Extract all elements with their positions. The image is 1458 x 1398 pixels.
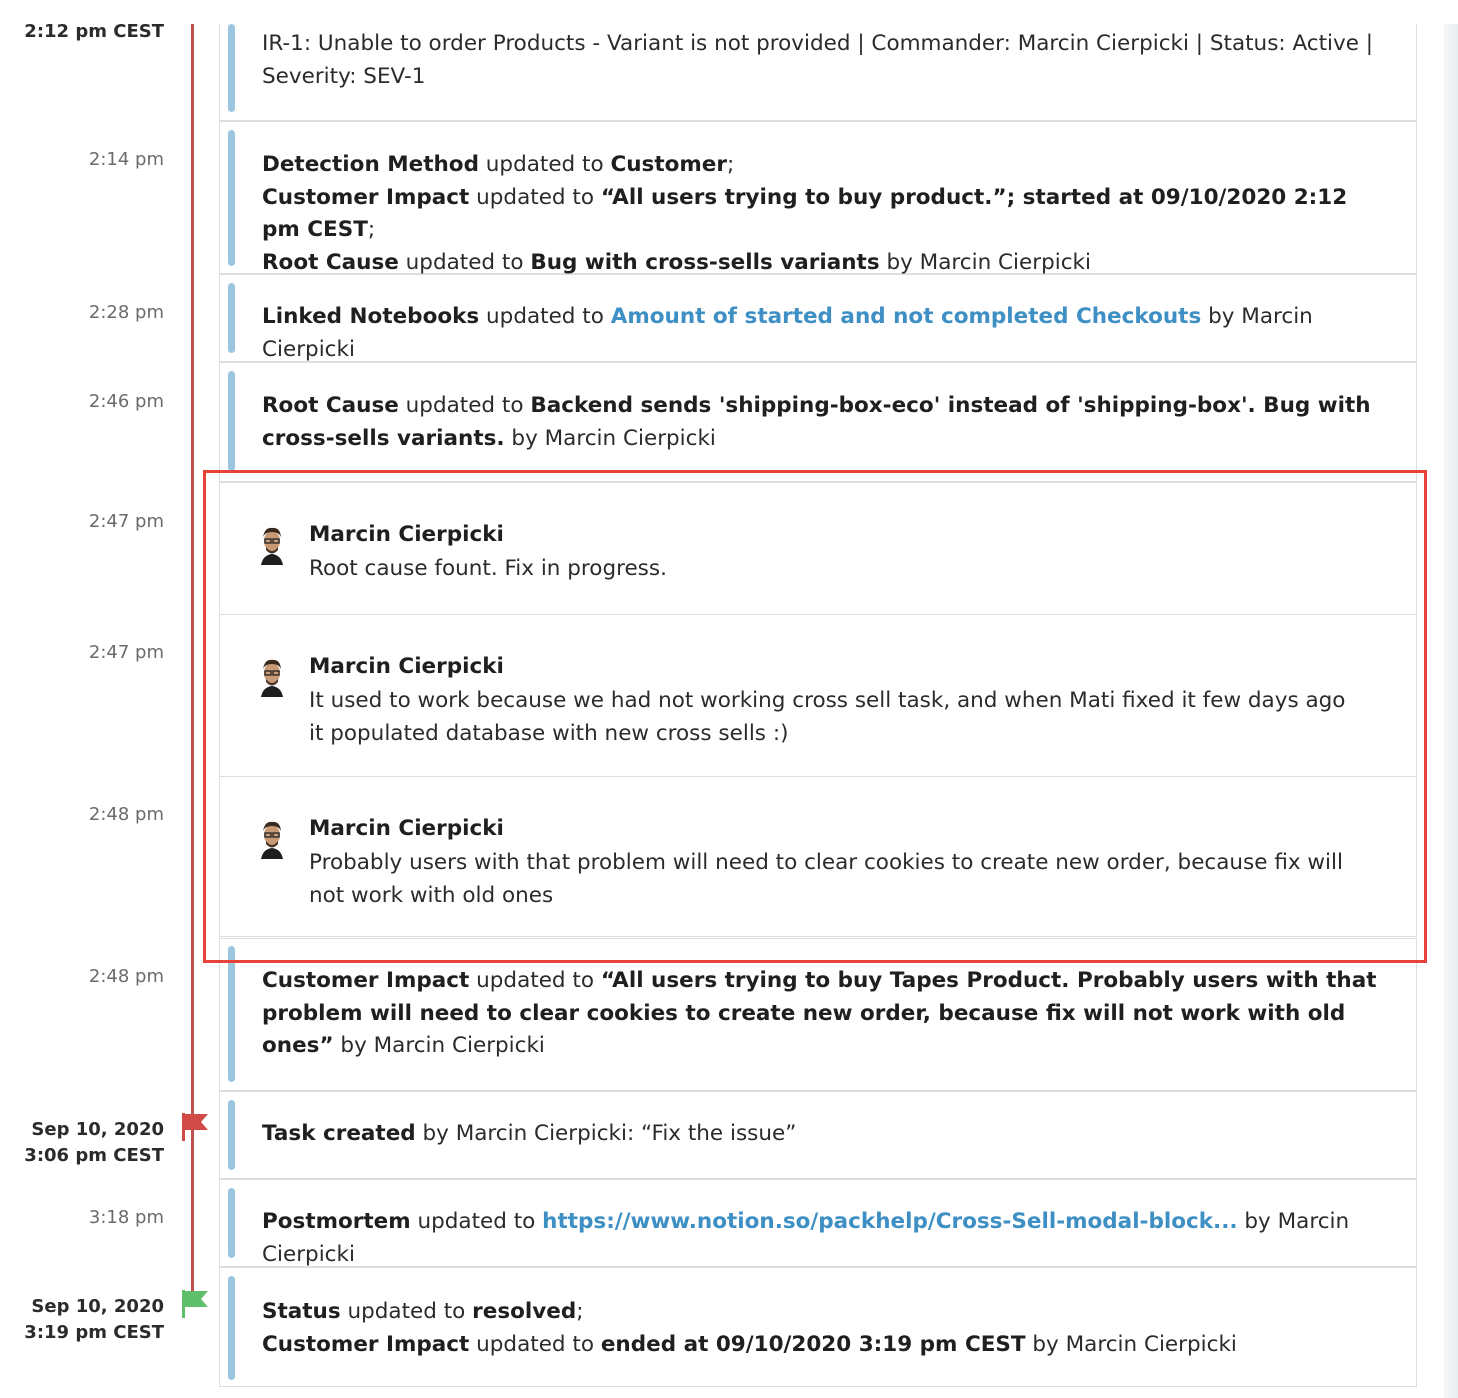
event-text: ; <box>727 152 735 177</box>
event-bar <box>228 1276 235 1380</box>
event-field: Detection Method <box>262 152 479 177</box>
timestamp-line: 2:28 pm <box>88 302 164 323</box>
event-timestamp: 2:48 pm <box>89 802 164 828</box>
event-description: Root Cause updated to Backend sends 'shi… <box>262 390 1386 455</box>
event-timestamp: 2:46 pm <box>89 389 164 415</box>
comments-frame <box>219 481 1417 937</box>
event-field: resolved <box>472 1299 577 1324</box>
event-text: ; <box>576 1299 584 1324</box>
timestamp-line: 2:47 pm <box>88 511 164 532</box>
timeline-event: Status updated to resolved; Customer Impa… <box>219 1267 1417 1387</box>
event-text: updated to <box>398 249 531 275</box>
event-text: by Marcin Cierpicki: “Fix the issue” <box>415 1121 797 1146</box>
event-timestamp: 2:28 pm <box>89 300 164 326</box>
timestamp-line: 2:48 pm <box>88 966 164 987</box>
event-description: Postmortem updated to https://www.notion… <box>262 1206 1386 1271</box>
timestamp-line: 2:46 pm <box>88 391 164 412</box>
event-timestamp: Sep 10, 2020 3:19 pm CEST <box>24 1294 164 1346</box>
event-description: Detection Method updated to Customer; Cus… <box>262 149 1386 279</box>
event-field: ended at 09/10/2020 3:19 pm CEST <box>600 1331 1026 1357</box>
event-timestamp: 2:47 pm <box>89 509 164 535</box>
start-flag-icon <box>180 1113 210 1141</box>
timestamp-line: Sep 10, 2020 <box>31 1119 164 1140</box>
event-field: Customer Impact <box>262 968 470 993</box>
event-timestamp: 2:14 pm <box>89 147 164 173</box>
event-text: updated to <box>398 393 531 418</box>
event-field: Postmortem <box>262 1209 411 1234</box>
event-timestamp: 3:18 pm <box>89 1205 164 1231</box>
event-text: updated to <box>469 184 601 210</box>
event-link[interactable]: Amount of started and not completed Chec… <box>611 304 1202 329</box>
event-field: Status <box>262 1299 341 1324</box>
event-bar <box>228 1100 235 1170</box>
timeline-event: Postmortem updated to https://www.notion… <box>219 1179 1417 1267</box>
timeline-event: Detection Method updated to Customer; Cus… <box>219 121 1417 275</box>
event-timestamp: Sep 10, 2020 3:06 pm CEST <box>24 1117 164 1169</box>
timestamp-line: 3:18 pm <box>88 1207 164 1228</box>
event-bar <box>228 283 235 353</box>
scrollbar-track[interactable] <box>1444 24 1458 1398</box>
event-text: by Marcin Cierpicki <box>504 425 716 451</box>
event-field: Customer <box>610 152 727 177</box>
event-description: Customer Impact updated to “All users tr… <box>262 965 1386 1063</box>
event-text: IR-1: Unable to order Products - Variant… <box>262 31 1374 89</box>
event-description: Task created by Marcin Cierpicki: “Fix t… <box>262 1118 1386 1151</box>
event-field: Customer Impact <box>262 184 470 210</box>
event-text: by Marcin Cierpicki <box>879 249 1091 275</box>
timestamp-line: 2:47 pm <box>88 642 164 663</box>
event-timestamp: 2:47 pm <box>89 640 164 666</box>
timeline-event: Task created by Marcin Cierpicki: “Fix t… <box>219 1091 1417 1179</box>
event-text: updated to <box>469 1331 601 1357</box>
timestamp-line: Sep 10, 2020 <box>31 1296 164 1317</box>
timeline-event: Root Cause updated to Backend sends 'shi… <box>219 362 1417 482</box>
event-bar <box>228 24 235 112</box>
event-text: updated to <box>340 1299 473 1324</box>
event-field: Root Cause <box>262 393 399 418</box>
event-field: Task created <box>262 1121 416 1146</box>
event-text: updated to <box>469 968 601 993</box>
event-text: by Marcin Cierpicki <box>1025 1331 1237 1357</box>
event-text: updated to <box>410 1209 543 1234</box>
event-text: ; <box>367 217 376 242</box>
timeline-event: Linked Notebooks updated to Amount of st… <box>219 274 1417 362</box>
timeline-line <box>191 24 194 1294</box>
end-flag-icon <box>180 1290 210 1318</box>
timestamp-line: 3:19 pm CEST <box>24 1322 164 1343</box>
event-field: Bug with cross-sells variants <box>530 249 880 275</box>
event-text: updated to <box>479 304 611 329</box>
event-text: by Marcin Cierpicki <box>333 1033 545 1058</box>
event-timestamp: 2:12 pm CEST <box>24 19 164 45</box>
event-bar <box>228 1188 235 1258</box>
timestamp-line: 3:06 pm CEST <box>24 1145 164 1166</box>
event-bar <box>228 946 235 1082</box>
event-field: Linked Notebooks <box>262 304 480 329</box>
event-timestamp: 2:48 pm <box>89 964 164 990</box>
timestamp-line: 2:14 pm <box>88 149 164 170</box>
event-description: Status updated to resolved; Customer Impa… <box>262 1296 1386 1361</box>
event-description: Linked Notebooks updated to Amount of st… <box>262 301 1386 366</box>
timeline-event: Customer Impact updated to “All users tr… <box>219 938 1417 1091</box>
timestamp-line: 2:12 pm CEST <box>24 21 164 42</box>
event-bar <box>228 130 235 266</box>
timeline-event: IR-1: Unable to order Products - Variant… <box>219 24 1417 121</box>
event-text: updated to <box>478 152 611 177</box>
event-description: IR-1: Unable to order Products - Variant… <box>262 28 1386 93</box>
event-field: Customer Impact <box>262 1331 470 1357</box>
timestamp-line: 2:48 pm <box>88 804 164 825</box>
event-bar <box>228 371 235 471</box>
event-field: Root Cause <box>262 249 399 275</box>
event-link[interactable]: https://www.notion.so/packhelp/Cross-Sel… <box>542 1209 1237 1234</box>
